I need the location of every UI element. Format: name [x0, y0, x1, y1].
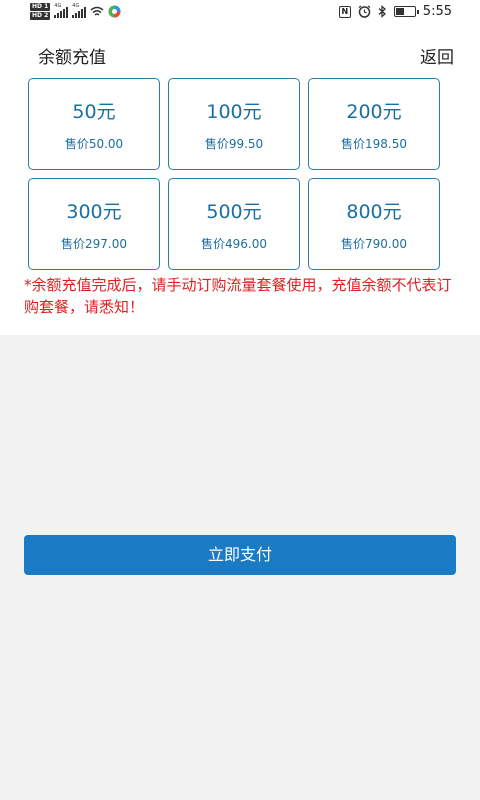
back-button[interactable]: 返回 [420, 43, 454, 68]
network-type-label-2: 4G [72, 2, 80, 9]
signal-icon-2: 4G [72, 2, 87, 18]
status-right: N 5:55 [338, 4, 452, 19]
option-price: 售价496.00 [201, 237, 267, 251]
hd-badge-2: HD 2 [30, 12, 51, 20]
signal-icon: 4G [54, 2, 69, 18]
status-left: HD 1 HD 2 4G 4G [30, 3, 121, 20]
status-time: 5:55 [422, 4, 452, 19]
alarm-icon [358, 5, 371, 18]
amount-option-200[interactable]: 200元 售价198.50 [308, 78, 440, 170]
status-bar: HD 1 HD 2 4G 4G N 5:55 [0, 0, 480, 26]
option-amount: 300元 [66, 201, 122, 223]
amount-option-800[interactable]: 800元 售价790.00 [308, 178, 440, 270]
recharge-notice: *余额充值完成后，请手动订购流量套餐使用，充值余额不代表订购套餐，请悉知！ [24, 276, 452, 316]
recharge-screen: HD 1 HD 2 4G 4G N 5:55 余额充值 返回 50元 售价50.… [0, 0, 480, 800]
nfc-icon: N [338, 5, 351, 18]
option-amount: 50元 [72, 101, 116, 123]
option-amount: 500元 [206, 201, 262, 223]
bluetooth-icon [378, 5, 386, 18]
option-price: 售价790.00 [341, 237, 407, 251]
page-title: 余额充值 [38, 48, 106, 68]
option-amount: 200元 [346, 101, 402, 123]
battery-icon [393, 6, 419, 17]
wifi-icon [90, 6, 104, 16]
option-price: 售价297.00 [61, 237, 127, 251]
network-type-label: 4G [54, 2, 62, 9]
amount-option-100[interactable]: 100元 售价99.50 [168, 78, 300, 170]
amount-option-500[interactable]: 500元 售价496.00 [168, 178, 300, 270]
amount-option-300[interactable]: 300元 售价297.00 [28, 178, 160, 270]
recharge-panel: 余额充值 返回 50元 售价50.00 100元 售价99.50 200元 售价… [0, 26, 480, 335]
hd-badges: HD 1 HD 2 [30, 3, 51, 20]
option-price: 售价99.50 [204, 137, 264, 151]
app-icon [108, 5, 121, 18]
pay-now-button[interactable]: 立即支付 [24, 535, 456, 575]
amount-option-50[interactable]: 50元 售价50.00 [28, 78, 160, 170]
option-amount: 800元 [346, 201, 402, 223]
hd-badge-1: HD 1 [30, 3, 51, 11]
option-price: 售价198.50 [341, 137, 407, 151]
option-amount: 100元 [206, 101, 262, 123]
option-price: 售价50.00 [64, 137, 124, 151]
